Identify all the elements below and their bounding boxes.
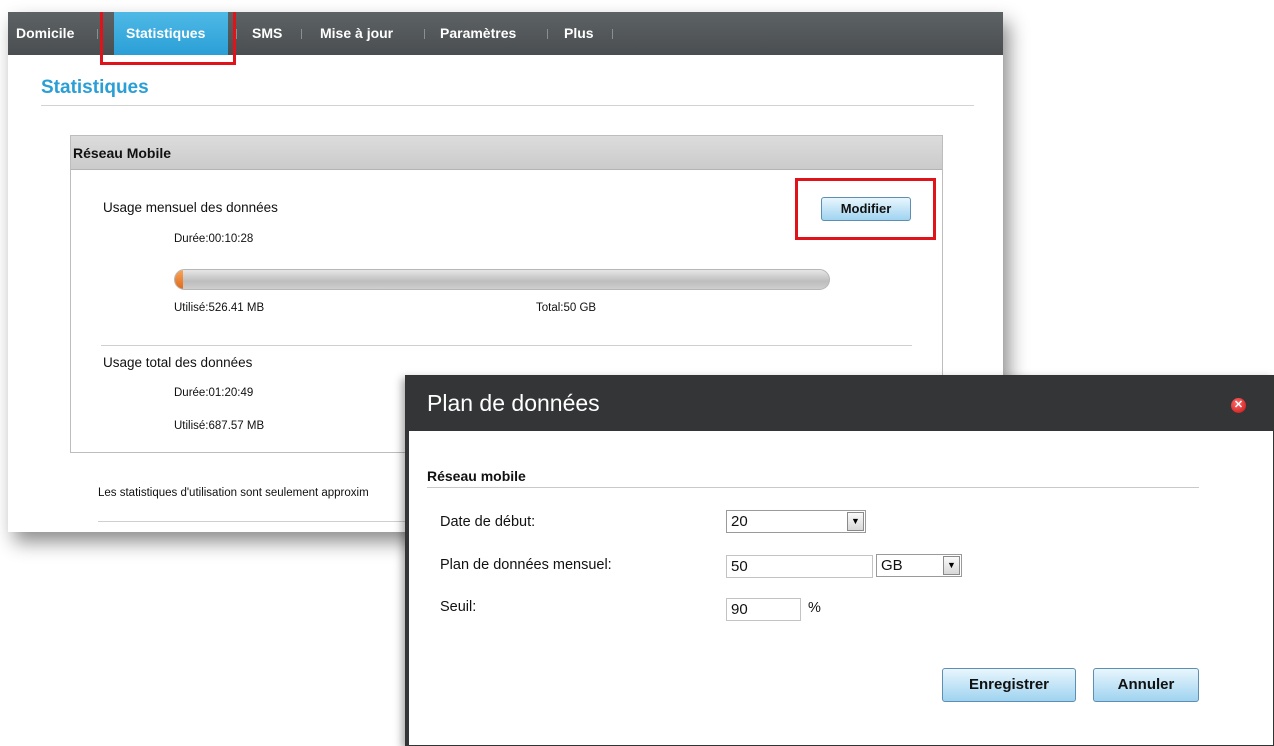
- page-title: Statistiques: [41, 77, 149, 98]
- threshold-unit: %: [808, 600, 821, 616]
- plan-unit-select[interactable]: GB ▼: [876, 554, 962, 577]
- monthly-plan-input[interactable]: 50: [726, 555, 873, 578]
- dialog-title: Plan de données: [406, 376, 1273, 431]
- nav-separator: [97, 29, 98, 39]
- monthly-usage-label: Usage mensuel des données: [103, 200, 278, 215]
- monthly-total: Total:50 GB: [536, 302, 597, 314]
- threshold-label: Seuil:: [440, 599, 477, 615]
- start-date-label: Date de début:: [440, 514, 536, 530]
- monthly-duration: Durée:00:10:28: [174, 233, 254, 245]
- highlight-box-modify: [795, 178, 936, 240]
- nav-plus[interactable]: Plus: [556, 12, 602, 55]
- title-divider: [41, 105, 974, 106]
- monthly-usage-progress-bar: [174, 269, 830, 290]
- nav-domicile[interactable]: Domicile: [8, 12, 82, 55]
- total-usage-label: Usage total des données: [103, 355, 253, 370]
- save-button[interactable]: Enregistrer: [942, 668, 1076, 702]
- dialog-section-divider: [427, 487, 1199, 488]
- start-date-select[interactable]: 20 ▼: [726, 510, 866, 533]
- dropdown-arrow-icon[interactable]: ▼: [943, 556, 960, 575]
- monthly-used: Utilisé:526.41 MB: [174, 302, 265, 314]
- nav-separator: [547, 29, 548, 39]
- dialog-section-title: Réseau mobile: [427, 468, 526, 484]
- footnote-text: Les statistiques d'utilisation sont seul…: [98, 487, 369, 499]
- nav-separator: [424, 29, 425, 39]
- data-plan-dialog: Plan de données ✕ Réseau mobile Date de …: [405, 375, 1274, 746]
- nav-separator: [236, 29, 237, 39]
- section-divider: [101, 345, 912, 346]
- progress-fill: [175, 270, 183, 289]
- nav-sms[interactable]: SMS: [244, 12, 290, 55]
- nav-parametres[interactable]: Paramètres: [432, 12, 524, 55]
- total-duration: Durée:01:20:49: [174, 387, 254, 399]
- dropdown-arrow-icon[interactable]: ▼: [847, 512, 864, 531]
- close-icon[interactable]: ✕: [1231, 398, 1246, 413]
- panel-title: Réseau Mobile: [71, 136, 942, 170]
- plan-unit-value: GB: [881, 557, 903, 574]
- monthly-plan-label: Plan de données mensuel:: [440, 557, 612, 573]
- cancel-button[interactable]: Annuler: [1093, 668, 1199, 702]
- total-used: Utilisé:687.57 MB: [174, 420, 265, 432]
- nav-mise-a-jour[interactable]: Mise à jour: [312, 12, 401, 55]
- start-date-value: 20: [731, 513, 748, 530]
- highlight-box-nav: [100, 12, 236, 65]
- threshold-input[interactable]: 90: [726, 598, 801, 621]
- nav-separator: [612, 29, 613, 39]
- dialog-left-border: [406, 431, 409, 745]
- nav-separator: [301, 29, 302, 39]
